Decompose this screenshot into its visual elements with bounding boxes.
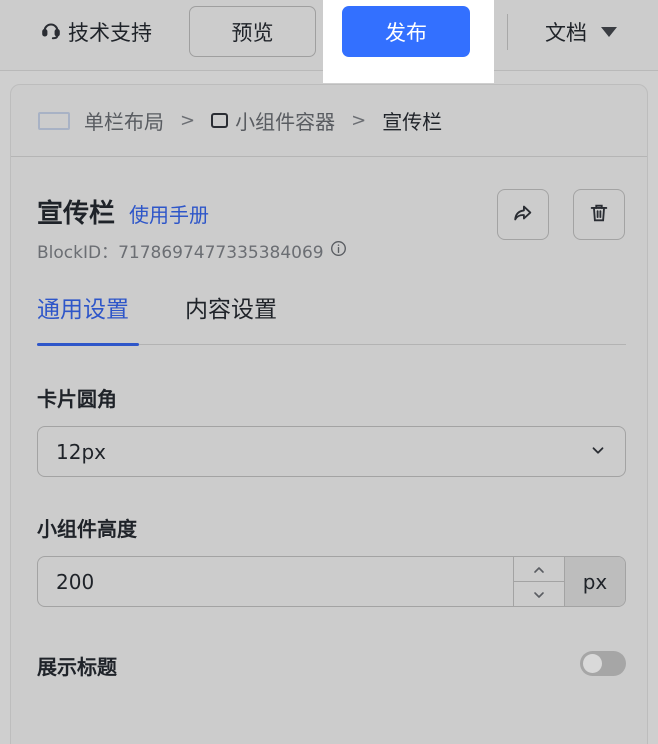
breadcrumb-separator: > <box>351 110 367 131</box>
share-button[interactable] <box>497 189 549 240</box>
chevron-down-icon <box>589 440 607 464</box>
widget-height-stepper <box>513 557 564 606</box>
top-toolbar: 技术支持 预览 发布 文档 <box>0 0 658 83</box>
show-title-toggle[interactable] <box>580 651 626 676</box>
widget-height-label: 小组件高度 <box>37 517 137 541</box>
publish-button[interactable]: 发布 <box>342 6 470 57</box>
tab-content-settings[interactable]: 内容设置 <box>185 290 277 345</box>
single-column-layout-icon <box>38 111 70 130</box>
tech-support-label: 技术支持 <box>68 21 152 45</box>
toolbar-divider <box>507 14 508 50</box>
block-title: 宣传栏 <box>37 199 116 229</box>
user-manual-link[interactable]: 使用手册 <box>129 199 209 228</box>
corner-radius-label: 卡片圆角 <box>37 387 117 411</box>
increment-button[interactable] <box>514 557 564 581</box>
widget-container-icon <box>211 113 229 128</box>
share-icon <box>512 202 534 228</box>
breadcrumb-item-container[interactable]: 小组件容器 <box>235 106 335 135</box>
widget-height-input-group: px <box>37 556 626 607</box>
chevron-down-icon <box>532 585 546 604</box>
show-title-label: 展示标题 <box>37 655 117 679</box>
tab-general-settings[interactable]: 通用设置 <box>37 290 139 346</box>
chevron-up-icon <box>532 560 546 579</box>
corner-radius-select[interactable]: 12px <box>37 426 626 477</box>
block-id-label: BlockID：7178697477335384069 <box>37 243 324 263</box>
docs-menu-label: 文档 <box>545 21 587 45</box>
breadcrumb-item-current: 宣传栏 <box>382 110 443 134</box>
breadcrumb-separator: > <box>180 110 196 131</box>
docs-menu-button[interactable]: 文档 <box>545 14 617 50</box>
corner-radius-value: 12px <box>56 439 106 464</box>
delete-button[interactable] <box>573 189 625 240</box>
trash-icon <box>588 202 610 228</box>
headset-icon <box>40 19 62 46</box>
block-settings-panel: 单栏布局 > 小组件容器 > 宣传栏 宣传栏 使用手册 BlockID：7178… <box>10 84 648 744</box>
widget-height-input[interactable] <box>38 557 513 606</box>
breadcrumb: 单栏布局 > 小组件容器 > 宣传栏 <box>11 85 647 157</box>
preview-button[interactable]: 预览 <box>189 6 316 57</box>
height-unit-label: px <box>564 557 625 606</box>
decrement-button[interactable] <box>514 581 564 606</box>
toggle-knob <box>583 654 602 673</box>
caret-down-icon <box>601 27 617 37</box>
block-id: BlockID：7178697477335384069 <box>37 238 627 263</box>
info-icon[interactable] <box>330 240 347 262</box>
settings-tabs: 通用设置 内容设置 <box>37 290 626 346</box>
tech-support-button[interactable]: 技术支持 <box>40 14 152 50</box>
breadcrumb-item-layout[interactable]: 单栏布局 <box>84 106 164 135</box>
